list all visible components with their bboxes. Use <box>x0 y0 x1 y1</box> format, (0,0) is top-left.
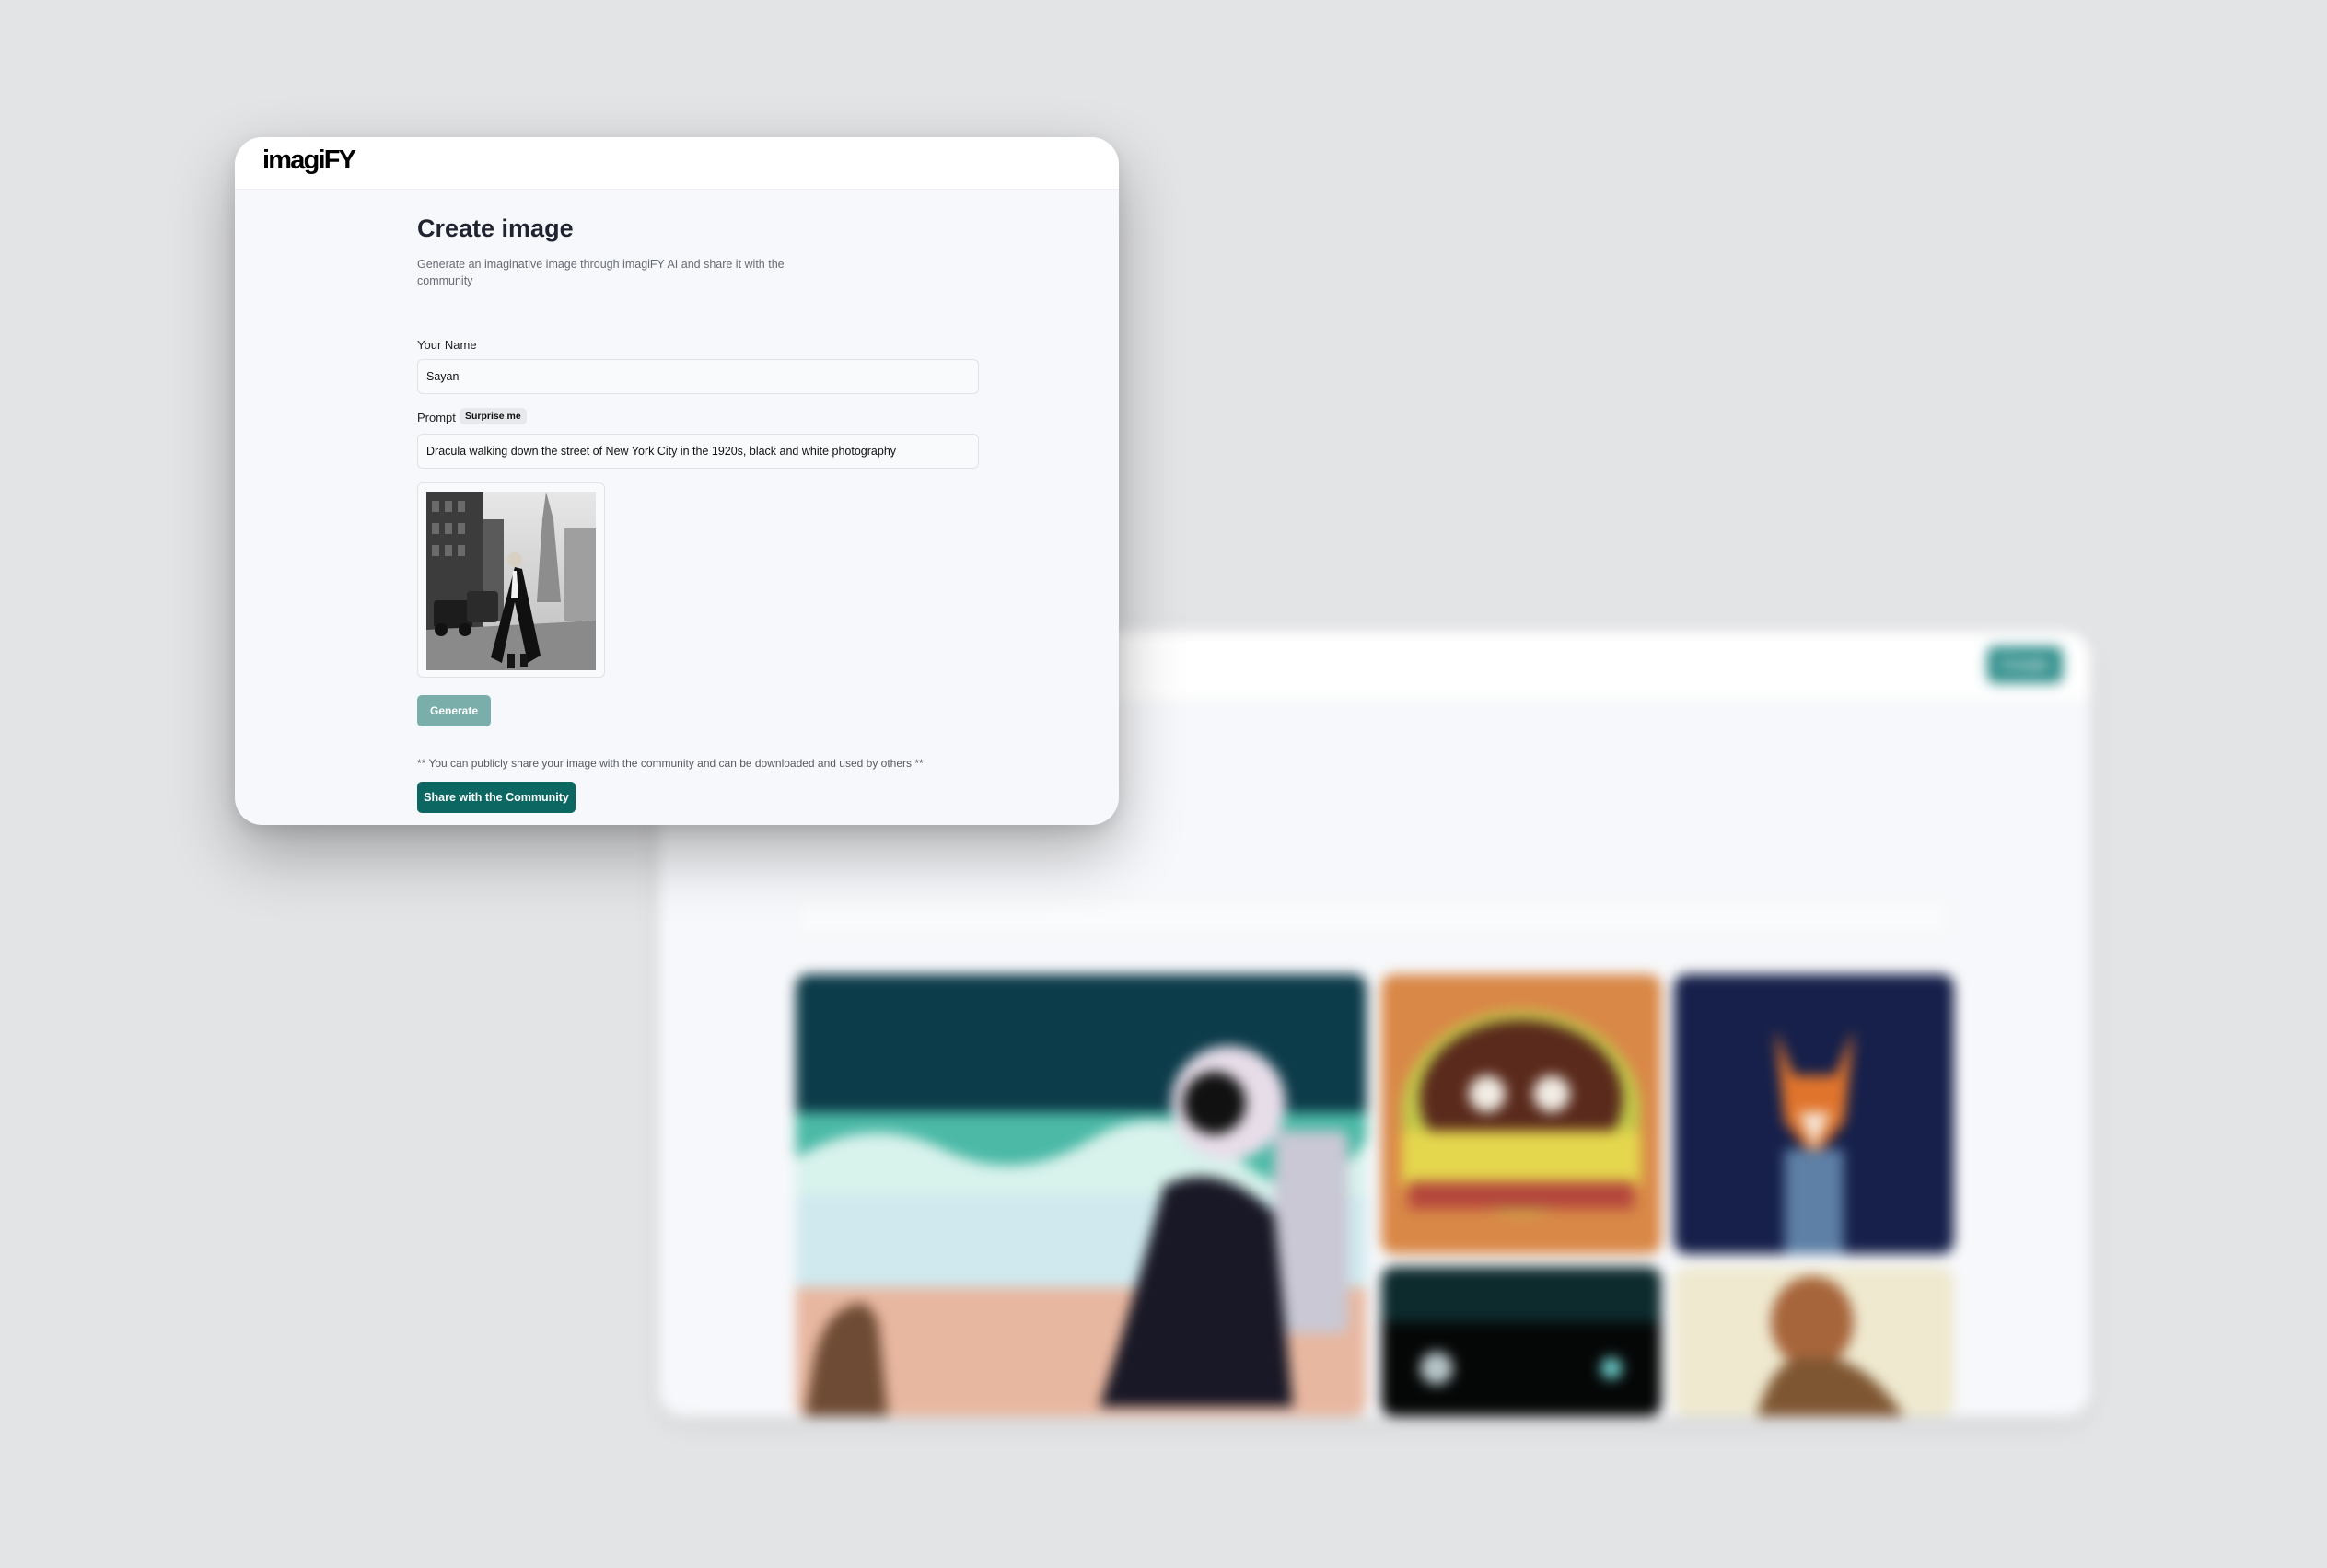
create-button: Create <box>1987 646 2063 683</box>
image-preview-frame <box>417 482 605 678</box>
food-bowl-image <box>1381 974 1661 1254</box>
prompt-label: Prompt <box>417 411 456 424</box>
prompt-input[interactable]: Dracula walking down the street of New Y… <box>417 434 979 469</box>
monkey-portrait-image <box>1674 1267 1954 1416</box>
page-subtitle: Generate an imaginative image through im… <box>417 258 785 287</box>
generate-button[interactable]: Generate <box>417 695 491 726</box>
fox-space-image <box>1674 974 1954 1254</box>
app-logo[interactable]: imagiFY <box>262 145 356 176</box>
search-input <box>796 899 1949 935</box>
astronaut-night-image <box>1381 1267 1661 1416</box>
surprise-me-button[interactable]: Surprise me <box>460 408 527 424</box>
generated-image <box>426 492 596 670</box>
astronaut-cat-beach-image <box>796 974 1367 1416</box>
app-header: imagiFY <box>235 137 1119 190</box>
name-input[interactable]: Sayan <box>417 359 979 394</box>
name-label: Your Name <box>417 338 477 352</box>
share-with-community-button[interactable]: Share with the Community <box>417 782 576 813</box>
page-title: Create image <box>417 215 574 242</box>
create-image-window: imagiFY Create image Generate an imagina… <box>235 137 1119 825</box>
share-note: ** You can publicly share your image wit… <box>417 757 924 770</box>
